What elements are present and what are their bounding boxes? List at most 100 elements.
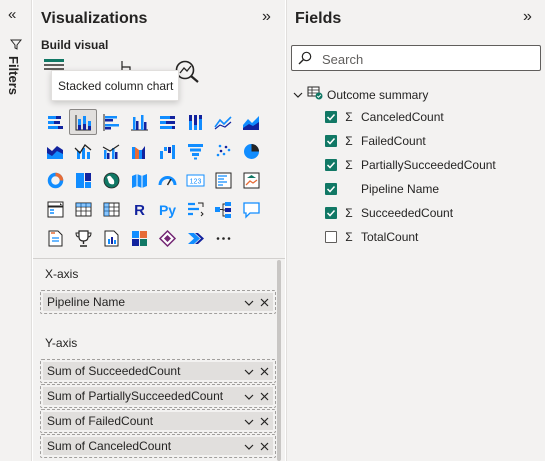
visual-tooltip: Stacked column chart [51,70,179,101]
field-pill[interactable]: Pipeline Name [43,293,273,311]
field-checkbox[interactable] [325,159,337,171]
field-checkbox[interactable] [325,135,337,147]
yaxis-field-well[interactable]: Sum of FailedCount [40,409,276,433]
paginated-report-icon[interactable] [97,225,125,251]
100-stacked-column-chart-icon[interactable] [181,109,209,135]
field-item[interactable]: Σ FailedCount [325,131,426,151]
remove-field-icon[interactable] [260,440,269,454]
matrix-icon[interactable] [97,196,125,222]
field-pill[interactable]: Sum of CanceledCount [43,437,273,455]
filters-label[interactable]: Filters [6,56,21,95]
kpi-icon[interactable] [237,167,265,193]
clustered-bar-chart-icon[interactable] [97,109,125,135]
chevron-down-icon[interactable] [293,88,303,102]
search-placeholder: Search [322,52,364,67]
field-checkbox[interactable] [325,183,337,195]
field-pill-label: Sum of CanceledCount [47,439,172,453]
scrollbar[interactable] [277,260,281,461]
field-pill[interactable]: Sum of SucceededCount [43,362,273,380]
stacked-area-chart-icon[interactable] [41,138,69,164]
table-icon[interactable] [69,196,97,222]
sigma-icon: Σ [345,158,353,172]
decomposition-tree-icon[interactable] [209,196,237,222]
scatter-chart-icon[interactable] [209,138,237,164]
expand-filters-icon[interactable]: « [8,6,16,23]
table-node[interactable]: Outcome summary [293,86,428,103]
area-chart-icon[interactable] [237,109,265,135]
clustered-column-chart-icon[interactable] [125,109,153,135]
line-and-stacked-column-icon[interactable] [69,138,97,164]
power-automate-flow-icon[interactable] [181,225,209,251]
field-pill-actions [244,390,269,404]
field-item[interactable]: Σ TotalCount [325,227,418,247]
donut-chart-icon[interactable] [41,167,69,193]
visual-row [41,225,265,254]
field-item[interactable]: Pipeline Name [325,179,439,199]
ribbon-chart-icon[interactable] [125,138,153,164]
field-name: CanceledCount [361,110,444,124]
yaxis-field-well[interactable]: Sum of CanceledCount [40,434,276,458]
field-checkbox[interactable] [325,207,337,219]
line-and-clustered-column-icon[interactable] [97,138,125,164]
yaxis-field-well[interactable]: Sum of PartiallySucceededCount [40,384,276,408]
stacked-column-chart-icon[interactable] [69,109,97,135]
field-pill[interactable]: Sum of FailedCount [43,412,273,430]
remove-field-icon[interactable] [260,365,269,379]
field-checkbox[interactable] [325,111,337,123]
collapse-visualizations-icon[interactable]: » [262,8,271,26]
key-influencers-icon[interactable] [181,196,209,222]
visualizations-title: Visualizations [41,10,148,27]
trophy-icon[interactable] [69,225,97,251]
chevron-down-icon[interactable] [244,365,254,379]
field-pill-actions [244,365,269,379]
100-stacked-bar-chart-icon[interactable] [153,109,181,135]
slicer-icon[interactable] [41,196,69,222]
chevron-down-icon[interactable] [244,390,254,404]
treemap-icon[interactable] [69,167,97,193]
pie-chart-icon[interactable] [237,138,265,164]
sigma-icon: Σ [345,230,353,244]
yaxis-field-well[interactable]: Sum of SucceededCount [40,359,276,383]
power-automate-icon[interactable] [153,225,181,251]
stacked-bar-chart-icon[interactable] [41,109,69,135]
filled-map-icon[interactable] [125,167,153,193]
field-name: TotalCount [361,230,419,244]
power-apps-icon[interactable] [125,225,153,251]
remove-field-icon[interactable] [260,296,269,310]
python-visual-icon[interactable]: Py [153,196,181,222]
chevron-down-icon[interactable] [244,415,254,429]
sigma-icon: Σ [345,110,353,124]
smart-narrative-icon[interactable] [41,225,69,251]
gauge-icon[interactable] [153,167,181,193]
visual-row [41,109,265,138]
waterfall-chart-icon[interactable] [153,138,181,164]
field-checkbox[interactable] [325,231,337,243]
field-name: FailedCount [361,134,426,148]
search-input[interactable]: Search [291,45,541,71]
line-chart-icon[interactable] [209,109,237,135]
divider [33,258,285,259]
multi-row-card-icon[interactable] [209,167,237,193]
field-item[interactable]: Σ PartiallySucceededCount [325,155,496,175]
chevron-down-icon[interactable] [244,440,254,454]
card-icon[interactable]: 123 [181,167,209,193]
funnel-chart-icon[interactable] [181,138,209,164]
remove-field-icon[interactable] [260,415,269,429]
qa-icon[interactable] [237,196,265,222]
more-visuals-icon[interactable] [209,225,237,251]
search-icon [298,51,312,68]
filter-icon [9,38,23,53]
sigma-icon: Σ [345,206,353,220]
field-item[interactable]: Σ SucceededCount [325,203,453,223]
remove-field-icon[interactable] [260,390,269,404]
collapse-fields-icon[interactable]: » [523,8,532,26]
map-icon[interactable] [97,167,125,193]
chevron-down-icon[interactable] [244,296,254,310]
field-item[interactable]: Σ CanceledCount [325,107,444,127]
field-pill[interactable]: Sum of PartiallySucceededCount [43,387,273,405]
field-pill-label: Pipeline Name [47,295,126,309]
visual-row: R Py [41,196,265,225]
field-pill-actions [244,440,269,454]
r-visual-icon[interactable]: R [125,196,153,222]
xaxis-field-well[interactable]: Pipeline Name [40,290,276,314]
